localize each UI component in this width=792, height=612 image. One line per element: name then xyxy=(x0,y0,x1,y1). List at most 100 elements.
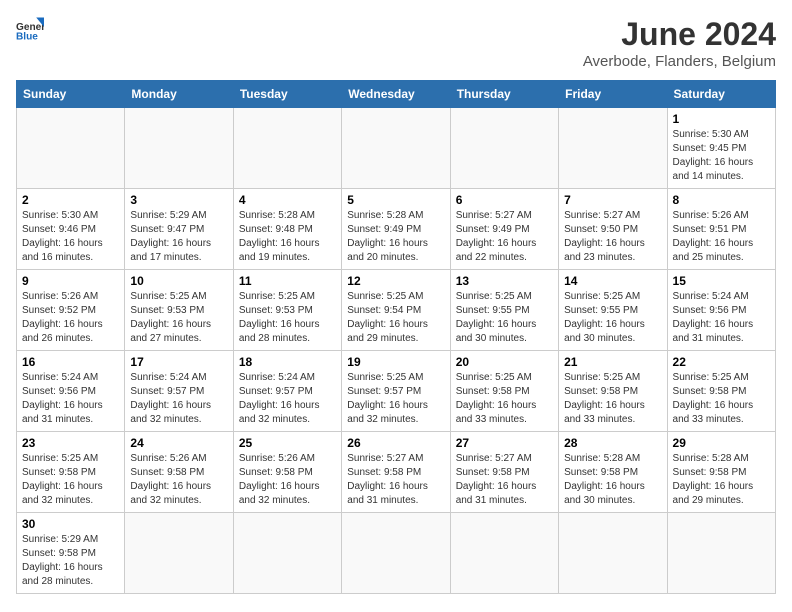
weekday-header-cell: Saturday xyxy=(667,81,775,108)
calendar-day-cell: 15 Sunrise: 5:24 AM Sunset: 9:56 PM Dayli… xyxy=(667,270,775,351)
title-area: June 2024 Averbode, Flanders, Belgium xyxy=(583,16,776,70)
day-info: Sunrise: 5:24 AM Sunset: 9:56 PM Dayligh… xyxy=(673,290,770,346)
day-number: 9 xyxy=(22,274,119,288)
calendar-day-cell: 30 Sunrise: 5:29 AM Sunset: 9:58 PM Dayli… xyxy=(17,513,125,594)
day-number: 8 xyxy=(673,193,770,207)
calendar-day-cell: 22 Sunrise: 5:25 AM Sunset: 9:58 PM Dayli… xyxy=(667,351,775,432)
calendar-week-row: 9Sunrise: 5:26 AM Sunset: 9:52 PM Daylig… xyxy=(17,270,776,351)
day-info: Sunrise: 5:28 AM Sunset: 9:58 PM Dayligh… xyxy=(564,452,661,508)
day-info: Sunrise: 5:30 AM Sunset: 9:46 PM Dayligh… xyxy=(22,209,119,265)
day-info: Sunrise: 5:25 AM Sunset: 9:58 PM Dayligh… xyxy=(564,371,661,427)
day-number: 12 xyxy=(347,274,444,288)
day-info: Sunrise: 5:25 AM Sunset: 9:54 PM Dayligh… xyxy=(347,290,444,346)
calendar-day-cell: 4Sunrise: 5:28 AM Sunset: 9:48 PM Daylig… xyxy=(233,189,341,270)
calendar-day-cell xyxy=(125,513,233,594)
day-number: 7 xyxy=(564,193,661,207)
day-info: Sunrise: 5:27 AM Sunset: 9:49 PM Dayligh… xyxy=(456,209,553,265)
calendar-week-row: 1Sunrise: 5:30 AM Sunset: 9:45 PM Daylig… xyxy=(17,108,776,189)
calendar-day-cell xyxy=(233,108,341,189)
calendar-day-cell: 7 Sunrise: 5:27 AM Sunset: 9:50 PM Daylig… xyxy=(559,189,667,270)
calendar-day-cell xyxy=(342,513,450,594)
day-info: Sunrise: 5:27 AM Sunset: 9:58 PM Dayligh… xyxy=(347,452,444,508)
calendar-day-cell xyxy=(450,513,558,594)
day-info: Sunrise: 5:25 AM Sunset: 9:53 PM Dayligh… xyxy=(239,290,336,346)
calendar-day-cell: 18 Sunrise: 5:24 AM Sunset: 9:57 PM Dayli… xyxy=(233,351,341,432)
calendar-day-cell: 28Sunrise: 5:28 AM Sunset: 9:58 PM Dayli… xyxy=(559,432,667,513)
day-number: 6 xyxy=(456,193,553,207)
calendar-day-cell xyxy=(233,513,341,594)
day-info: Sunrise: 5:24 AM Sunset: 9:57 PM Dayligh… xyxy=(130,371,227,427)
day-info: Sunrise: 5:26 AM Sunset: 9:58 PM Dayligh… xyxy=(239,452,336,508)
day-number: 13 xyxy=(456,274,553,288)
day-number: 19 xyxy=(347,355,444,369)
day-number: 30 xyxy=(22,517,119,531)
day-number: 11 xyxy=(239,274,336,288)
day-info: Sunrise: 5:25 AM Sunset: 9:57 PM Dayligh… xyxy=(347,371,444,427)
calendar-day-cell xyxy=(450,108,558,189)
day-number: 18 xyxy=(239,355,336,369)
day-number: 5 xyxy=(347,193,444,207)
calendar-day-cell xyxy=(559,513,667,594)
day-number: 29 xyxy=(673,436,770,450)
calendar-day-cell: 10 Sunrise: 5:25 AM Sunset: 9:53 PM Dayli… xyxy=(125,270,233,351)
calendar-day-cell: 20 Sunrise: 5:25 AM Sunset: 9:58 PM Dayli… xyxy=(450,351,558,432)
day-number: 3 xyxy=(130,193,227,207)
calendar-day-cell xyxy=(667,513,775,594)
day-info: Sunrise: 5:25 AM Sunset: 9:58 PM Dayligh… xyxy=(673,371,770,427)
calendar-day-cell xyxy=(342,108,450,189)
day-number: 24 xyxy=(130,436,227,450)
calendar-day-cell: 24Sunrise: 5:26 AM Sunset: 9:58 PM Dayli… xyxy=(125,432,233,513)
day-info: Sunrise: 5:29 AM Sunset: 9:58 PM Dayligh… xyxy=(22,533,119,589)
calendar-title: June 2024 xyxy=(583,16,776,53)
day-info: Sunrise: 5:26 AM Sunset: 9:51 PM Dayligh… xyxy=(673,209,770,265)
day-number: 20 xyxy=(456,355,553,369)
day-number: 14 xyxy=(564,274,661,288)
calendar-day-cell xyxy=(559,108,667,189)
day-info: Sunrise: 5:24 AM Sunset: 9:56 PM Dayligh… xyxy=(22,371,119,427)
calendar-day-cell: 8 Sunrise: 5:26 AM Sunset: 9:51 PM Daylig… xyxy=(667,189,775,270)
day-number: 16 xyxy=(22,355,119,369)
weekday-header-row: SundayMondayTuesdayWednesdayThursdayFrid… xyxy=(17,81,776,108)
day-number: 22 xyxy=(673,355,770,369)
day-number: 4 xyxy=(239,193,336,207)
weekday-header-cell: Sunday xyxy=(17,81,125,108)
day-number: 2 xyxy=(22,193,119,207)
weekday-header-cell: Thursday xyxy=(450,81,558,108)
calendar-day-cell: 27Sunrise: 5:27 AM Sunset: 9:58 PM Dayli… xyxy=(450,432,558,513)
calendar-day-cell: 9Sunrise: 5:26 AM Sunset: 9:52 PM Daylig… xyxy=(17,270,125,351)
weekday-header-cell: Wednesday xyxy=(342,81,450,108)
calendar-day-cell: 2 Sunrise: 5:30 AM Sunset: 9:46 PM Daylig… xyxy=(17,189,125,270)
day-number: 25 xyxy=(239,436,336,450)
calendar-day-cell: 13Sunrise: 5:25 AM Sunset: 9:55 PM Dayli… xyxy=(450,270,558,351)
day-number: 10 xyxy=(130,274,227,288)
day-info: Sunrise: 5:24 AM Sunset: 9:57 PM Dayligh… xyxy=(239,371,336,427)
calendar-day-cell: 11 Sunrise: 5:25 AM Sunset: 9:53 PM Dayli… xyxy=(233,270,341,351)
logo-icon: General Blue xyxy=(16,16,44,44)
calendar-day-cell: 21Sunrise: 5:25 AM Sunset: 9:58 PM Dayli… xyxy=(559,351,667,432)
day-number: 17 xyxy=(130,355,227,369)
day-number: 15 xyxy=(673,274,770,288)
calendar-day-cell: 16 Sunrise: 5:24 AM Sunset: 9:56 PM Dayli… xyxy=(17,351,125,432)
day-info: Sunrise: 5:28 AM Sunset: 9:49 PM Dayligh… xyxy=(347,209,444,265)
weekday-header-cell: Friday xyxy=(559,81,667,108)
calendar-day-cell: 29Sunrise: 5:28 AM Sunset: 9:58 PM Dayli… xyxy=(667,432,775,513)
header: General Blue June 2024 Averbode, Flander… xyxy=(16,16,776,70)
calendar-week-row: 2 Sunrise: 5:30 AM Sunset: 9:46 PM Daylig… xyxy=(17,189,776,270)
calendar-day-cell xyxy=(125,108,233,189)
calendar-day-cell: 5 Sunrise: 5:28 AM Sunset: 9:49 PM Daylig… xyxy=(342,189,450,270)
day-info: Sunrise: 5:25 AM Sunset: 9:53 PM Dayligh… xyxy=(130,290,227,346)
day-number: 23 xyxy=(22,436,119,450)
logo: General Blue xyxy=(16,16,44,44)
calendar-day-cell: 19 Sunrise: 5:25 AM Sunset: 9:57 PM Dayli… xyxy=(342,351,450,432)
svg-text:Blue: Blue xyxy=(16,31,38,42)
day-number: 27 xyxy=(456,436,553,450)
weekday-header-cell: Monday xyxy=(125,81,233,108)
calendar-day-cell xyxy=(17,108,125,189)
day-number: 26 xyxy=(347,436,444,450)
day-info: Sunrise: 5:27 AM Sunset: 9:50 PM Dayligh… xyxy=(564,209,661,265)
day-info: Sunrise: 5:25 AM Sunset: 9:58 PM Dayligh… xyxy=(456,371,553,427)
calendar-day-cell: 6 Sunrise: 5:27 AM Sunset: 9:49 PM Daylig… xyxy=(450,189,558,270)
day-info: Sunrise: 5:25 AM Sunset: 9:58 PM Dayligh… xyxy=(22,452,119,508)
day-info: Sunrise: 5:29 AM Sunset: 9:47 PM Dayligh… xyxy=(130,209,227,265)
calendar-body: 1Sunrise: 5:30 AM Sunset: 9:45 PM Daylig… xyxy=(17,108,776,594)
